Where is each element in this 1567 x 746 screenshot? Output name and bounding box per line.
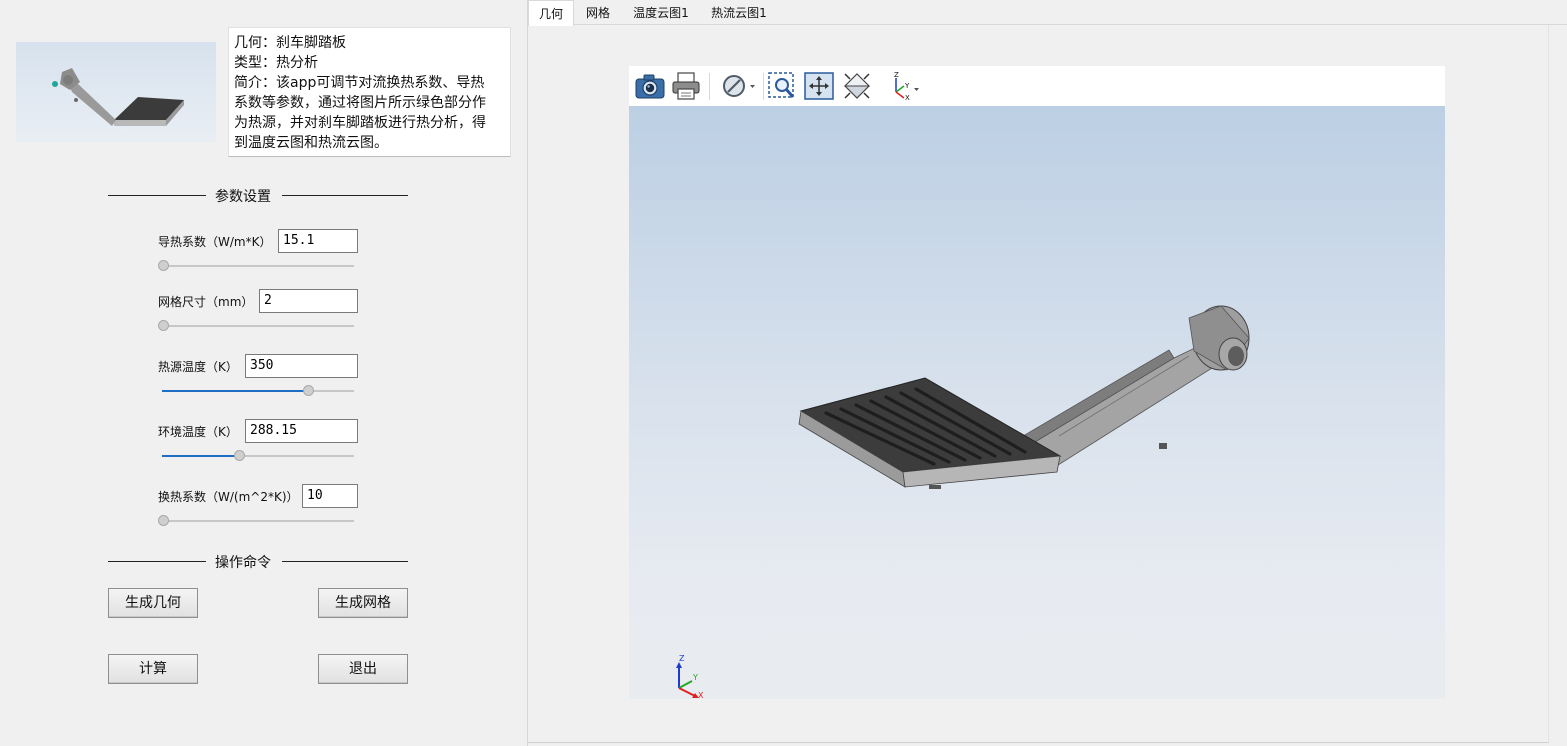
thermal-conductivity-label: 导热系数（W/m*K） <box>158 235 272 249</box>
view-iso-icon[interactable] <box>841 70 873 102</box>
tab-heat-flux-contour[interactable]: 热流云图1 <box>706 0 772 25</box>
generate-geometry-button[interactable]: 生成几何 <box>108 588 198 618</box>
description-line: 系数等参数，通过将图片所示绿色部分作 <box>234 95 486 111</box>
mesh-size-slider[interactable] <box>158 319 354 333</box>
heat-transfer-coeff-input[interactable]: 10 <box>302 484 358 508</box>
ambient-temp-input[interactable]: 288.15 <box>245 419 358 443</box>
divider <box>282 561 408 562</box>
commands-section-header: 操作命令 <box>108 551 408 571</box>
description-line: 类型：热分析 <box>234 55 318 71</box>
mesh-size-input[interactable]: 2 <box>259 289 358 313</box>
slider-handle[interactable] <box>158 515 169 526</box>
heat-source-temp-label: 热源温度（K） <box>158 360 238 374</box>
app-description: 几何：刹车脚踏板 类型：热分析 简介：该app可调节对流换热系数、导热 系数等参… <box>228 27 511 157</box>
compute-button[interactable]: 计算 <box>108 654 198 684</box>
heat-source-temp-slider[interactable] <box>162 384 354 398</box>
slider-handle[interactable] <box>303 385 314 396</box>
ambient-temp-label: 环境温度（K） <box>158 425 238 439</box>
toolbar-separator <box>763 73 764 100</box>
3d-viewer: Z Y X Z Y X <box>629 66 1445 699</box>
viewer-toolbar: Z Y X <box>629 66 1445 106</box>
params-section-title: 参数设置 <box>215 189 271 205</box>
ambient-temp-slider[interactable] <box>162 449 354 463</box>
zoom-fit-icon[interactable] <box>803 70 835 102</box>
tab-mesh[interactable]: 网格 <box>578 0 618 25</box>
axis-z-label: Z <box>894 71 899 79</box>
triad-y-label: Y <box>692 673 698 682</box>
commands-section-title: 操作命令 <box>215 555 271 571</box>
axis-triad: Z Y X <box>676 654 704 699</box>
thermal-conductivity-slider[interactable] <box>158 259 354 273</box>
toolbar-separator <box>709 73 710 100</box>
divider <box>282 195 408 196</box>
triad-z-label: Z <box>679 654 685 663</box>
description-line: 为热源，并对刹车脚踏板进行热分析，得 <box>234 115 486 131</box>
zoom-box-icon[interactable] <box>766 70 798 102</box>
description-line: 几何：刹车脚踏板 <box>234 35 346 51</box>
slider-fill <box>162 390 308 392</box>
visibility-icon[interactable] <box>719 70 759 102</box>
description-line: 简介：该app可调节对流换热系数、导热 <box>234 75 485 91</box>
mesh-size-label: 网格尺寸（mm） <box>158 295 254 309</box>
params-section-header: 参数设置 <box>108 185 408 205</box>
divider <box>108 195 206 196</box>
axis-orient-icon[interactable]: Z Y X <box>884 70 924 102</box>
print-icon[interactable] <box>670 70 702 102</box>
triad-x-label: X <box>698 691 704 699</box>
thermal-conductivity-input[interactable]: 15.1 <box>278 229 358 253</box>
axis-y-label: Y <box>904 82 910 90</box>
heat-transfer-coeff-slider[interactable] <box>158 514 354 528</box>
slider-handle[interactable] <box>234 450 245 461</box>
heat-source-temp-input[interactable]: 350 <box>245 354 358 378</box>
axis-x-label: X <box>905 94 910 102</box>
slider-fill <box>162 455 239 457</box>
result-tabs: 几何 网格 温度云图1 热流云图1 <box>528 0 1567 26</box>
geometry-thumbnail <box>16 42 216 142</box>
tab-geometry[interactable]: 几何 <box>528 0 574 26</box>
heat-transfer-coeff-label: 换热系数（W/(m^2*K)） <box>158 490 299 504</box>
description-line: 到温度云图和热流云图。 <box>234 135 388 151</box>
generate-mesh-button[interactable]: 生成网格 <box>318 588 408 618</box>
camera-icon[interactable] <box>634 70 666 102</box>
slider-handle[interactable] <box>158 320 169 331</box>
exit-button[interactable]: 退出 <box>318 654 408 684</box>
slider-handle[interactable] <box>158 260 169 271</box>
tab-temperature-contour[interactable]: 温度云图1 <box>628 0 694 25</box>
3d-viewport[interactable]: Z Y X <box>629 106 1445 699</box>
divider <box>108 561 206 562</box>
